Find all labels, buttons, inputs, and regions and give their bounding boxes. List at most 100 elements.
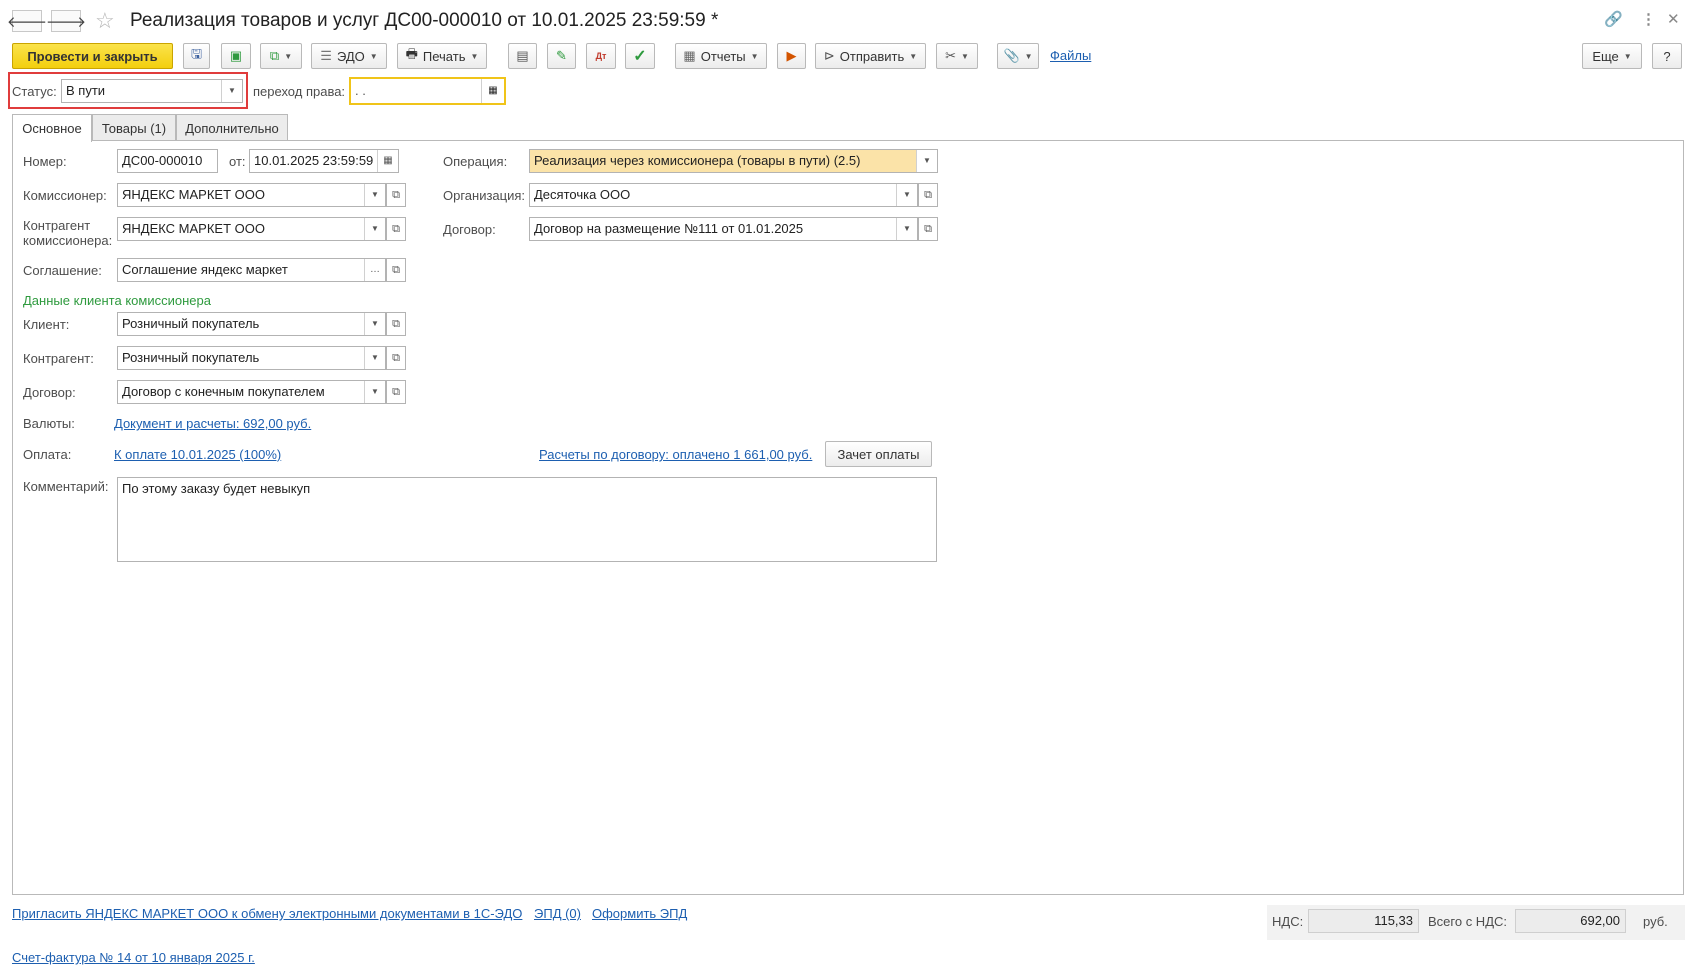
window-title: Реализация товаров и услуг ДС00-000010 о… xyxy=(130,10,719,31)
chevron-down-icon[interactable]: ▼ xyxy=(364,184,385,206)
chevron-down-icon[interactable]: ▼ xyxy=(364,347,385,369)
operation-label: Операция: xyxy=(443,154,508,169)
tab-main[interactable]: Основное xyxy=(12,114,92,142)
open-agreement-button[interactable]: ⧉ xyxy=(386,258,406,282)
total-value: 692,00 xyxy=(1515,909,1626,933)
dt-kt-button[interactable]: Дт xyxy=(586,43,616,69)
print-button[interactable]: 🖶 Печать ▼ xyxy=(397,43,487,69)
status-select[interactable]: В пути ▼ xyxy=(61,79,243,103)
forward-button[interactable]: 🡒 xyxy=(46,10,86,32)
open-icon: ⧉ xyxy=(392,385,400,398)
post-button[interactable]: ▣ xyxy=(221,43,251,69)
open-client-contract-button[interactable]: ⧉ xyxy=(386,380,406,404)
open-icon: ⧉ xyxy=(392,351,400,364)
epd-link[interactable]: ЭПД (0) xyxy=(534,906,581,921)
arrow-left-icon: 🡐 xyxy=(6,13,48,31)
tab-additional[interactable]: Дополнительно xyxy=(176,114,288,141)
create-based-button[interactable]: ⧉ ▼ xyxy=(260,43,302,69)
contract-select[interactable]: Договор на размещение №111 от 01.01.2025… xyxy=(529,217,918,241)
open-icon: ⧉ xyxy=(392,222,400,235)
back-button[interactable]: 🡐 xyxy=(7,10,47,32)
number-label: Номер: xyxy=(23,154,67,169)
chevron-down-icon[interactable]: ▼ xyxy=(364,381,385,403)
organization-select[interactable]: Десяточка ООО ▼ xyxy=(529,183,918,207)
chevron-down-icon[interactable]: ▼ xyxy=(221,80,242,102)
open-icon: ⧉ xyxy=(924,188,932,201)
client-counterparty-label: Контрагент: xyxy=(23,351,94,366)
printer-icon: 🖶 xyxy=(405,46,418,61)
chevron-down-icon[interactable]: ▼ xyxy=(916,150,937,172)
payment-link[interactable]: К оплате 10.01.2025 (100%) xyxy=(114,447,281,462)
client-label: Клиент: xyxy=(23,317,70,332)
tools-icon: ✂ xyxy=(945,48,956,63)
structure-button[interactable]: ▤ xyxy=(508,43,537,69)
dt-kt-icon: Дт xyxy=(595,51,607,61)
comment-textarea[interactable]: По этому заказу будет невыкуп xyxy=(117,477,937,562)
client-counterparty-select[interactable]: Розничный покупатель ▼ xyxy=(117,346,386,370)
open-commissioner-button[interactable]: ⧉ xyxy=(386,183,406,207)
floppy-icon: 🖫 xyxy=(190,46,203,61)
chevron-down-icon[interactable]: ▼ xyxy=(364,218,385,240)
post-close-button[interactable]: Провести и закрыть xyxy=(12,43,173,69)
send-button[interactable]: ⊳ Отправить ▼ xyxy=(815,43,926,69)
checkmark-icon: ✓ xyxy=(633,48,647,65)
client-contract-select[interactable]: Договор с конечным покупателем ▼ xyxy=(117,380,386,404)
counterparty-select[interactable]: ЯНДЕКС МАРКЕТ ООО ▼ xyxy=(117,217,386,241)
more-button[interactable]: Еще ▼ xyxy=(1582,43,1642,69)
number-input[interactable]: ДС00-000010 xyxy=(117,149,218,173)
send-icon: ⊳ xyxy=(823,48,835,63)
reports-button[interactable]: ▦ Отчеты ▼ xyxy=(675,43,767,69)
open-client-button[interactable]: ⧉ xyxy=(386,312,406,336)
transfer-date-input[interactable]: . . ▦ xyxy=(349,77,506,105)
pen-icon: ✎ xyxy=(556,48,567,63)
comment-label: Комментарий: xyxy=(23,479,109,494)
agreement-select[interactable]: Соглашение яндекс маркет … xyxy=(117,258,386,282)
star-icon[interactable]: ☆ xyxy=(95,8,115,34)
vat-value: 115,33 xyxy=(1308,909,1419,933)
agreement-label: Соглашение: xyxy=(23,263,102,278)
chevron-down-icon[interactable]: ▼ xyxy=(896,184,917,206)
open-client-counterparty-button[interactable]: ⧉ xyxy=(386,346,406,370)
close-icon[interactable]: ✕ xyxy=(1667,10,1680,28)
help-button[interactable]: ? xyxy=(1652,43,1682,69)
invite-edo-link[interactable]: Пригласить ЯНДЕКС МАРКЕТ ООО к обмену эл… xyxy=(12,906,522,921)
arrow-right-icon: 🡒 xyxy=(45,13,87,31)
open-counterparty-button[interactable]: ⧉ xyxy=(386,217,406,241)
workflow-button[interactable]: ▶ xyxy=(777,43,806,69)
settlements-link[interactable]: Расчеты по договору: оплачено 1 661,00 р… xyxy=(539,447,812,462)
tools-button[interactable]: ✂ ▼ xyxy=(936,43,978,69)
files-link[interactable]: Файлы xyxy=(1050,48,1091,63)
open-organization-button[interactable]: ⧉ xyxy=(918,183,938,207)
sign-button[interactable]: ✎ xyxy=(547,43,576,69)
open-contract-button[interactable]: ⧉ xyxy=(918,217,938,241)
operation-select[interactable]: Реализация через комиссионера (товары в … xyxy=(529,149,938,173)
open-icon: ⧉ xyxy=(392,263,400,276)
make-epd-link[interactable]: Оформить ЭПД xyxy=(592,906,687,921)
chevron-down-icon[interactable]: ▼ xyxy=(364,313,385,335)
attach-button[interactable]: 📎 ▼ xyxy=(997,43,1039,69)
total-label: Всего с НДС: xyxy=(1428,914,1508,929)
contract-label: Договор: xyxy=(443,222,496,237)
kebab-icon[interactable]: ⋮ xyxy=(1641,10,1656,28)
invoice-link[interactable]: Счет-фактура № 14 от 10 января 2025 г. xyxy=(12,950,255,965)
date-input[interactable]: 10.01.2025 23:59:59 ▦ xyxy=(249,149,399,173)
link-icon[interactable]: 🔗 xyxy=(1604,10,1623,28)
commissioner-select[interactable]: ЯНДЕКС МАРКЕТ ООО ▼ xyxy=(117,183,386,207)
calendar-icon[interactable]: ▦ xyxy=(377,150,398,172)
report-icon: ▦ xyxy=(683,48,696,63)
client-select[interactable]: Розничный покупатель ▼ xyxy=(117,312,386,336)
check-button[interactable]: ✓ xyxy=(625,43,655,69)
edo-icon: ☰ xyxy=(320,48,332,63)
currency-link[interactable]: Документ и расчеты: 692,00 руб. xyxy=(114,416,311,431)
offset-payment-button[interactable]: Зачет оплаты xyxy=(825,441,932,467)
counterparty-label: Контрагент комиссионера: xyxy=(23,218,113,248)
save-button[interactable]: 🖫 xyxy=(183,43,210,69)
commissioner-label: Комиссионер: xyxy=(23,188,107,203)
create-based-icon: ⧉ xyxy=(269,48,280,63)
currency-unit: руб. xyxy=(1643,914,1668,929)
calendar-icon[interactable]: ▦ xyxy=(481,79,504,103)
ellipsis-icon[interactable]: … xyxy=(364,259,385,281)
tab-goods[interactable]: Товары (1) xyxy=(92,114,176,141)
edo-button[interactable]: ☰ ЭДО ▼ xyxy=(311,43,387,69)
chevron-down-icon[interactable]: ▼ xyxy=(896,218,917,240)
